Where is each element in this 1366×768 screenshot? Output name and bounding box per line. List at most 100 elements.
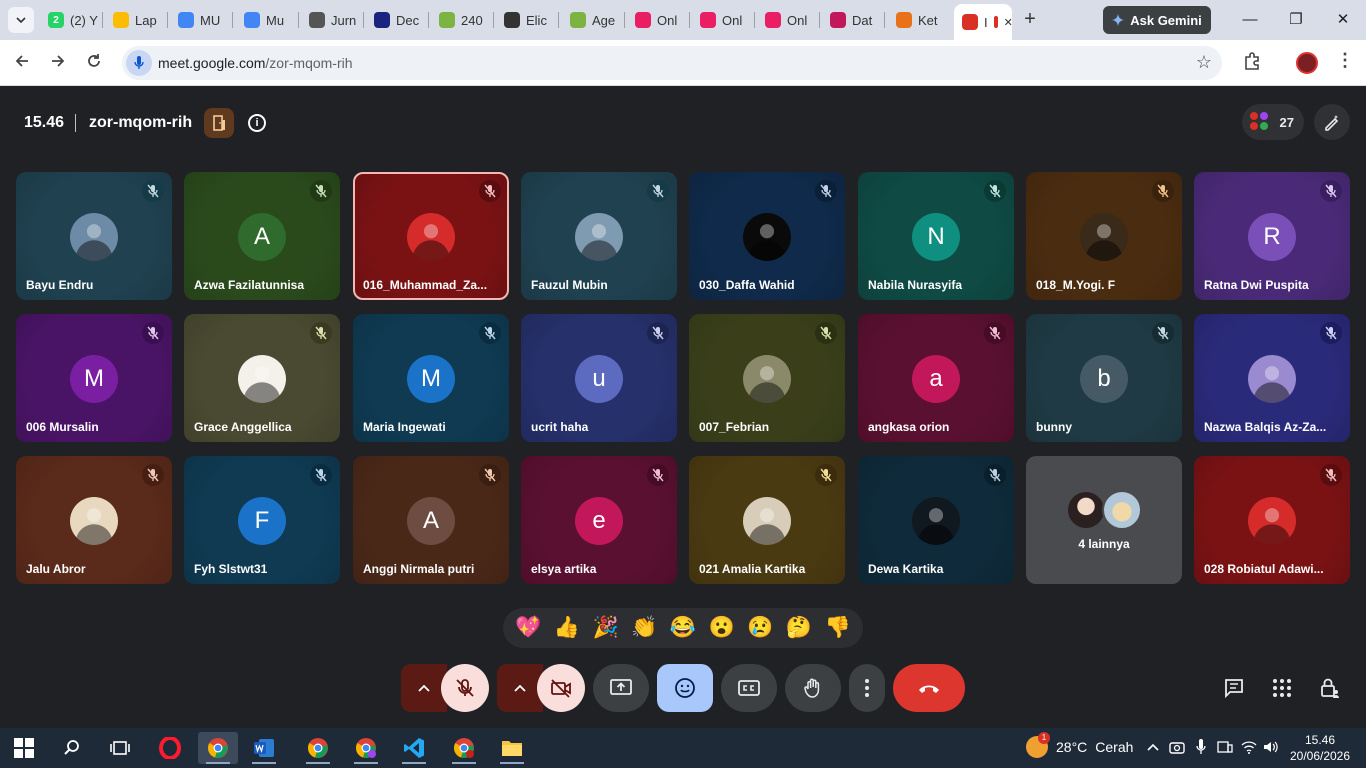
participant-tile[interactable]: Fauzul Mubin	[521, 172, 677, 300]
chrome-profile-app-1[interactable]	[298, 732, 338, 764]
participant-tile[interactable]: 030_Daffa Wahid	[689, 172, 845, 300]
participant-tile[interactable]: M Maria Ingewati	[353, 314, 509, 442]
participant-tile[interactable]: F Fyh Slstwt31	[184, 456, 340, 584]
tray-wifi-icon[interactable]	[1240, 738, 1258, 756]
extensions-puzzle-icon[interactable]	[1242, 51, 1264, 73]
participant-tile[interactable]: A Anggi Nirmala putri	[353, 456, 509, 584]
back-button[interactable]	[10, 51, 34, 75]
participant-tile[interactable]: 021 Amalia Kartika	[689, 456, 845, 584]
browser-tab[interactable]: Ket	[888, 6, 948, 34]
captions-button[interactable]	[721, 664, 777, 712]
browser-tab[interactable]: Jurn	[301, 6, 361, 34]
browser-tab[interactable]: Age	[562, 6, 622, 34]
muted-microphone-icon	[479, 464, 501, 486]
chrome-profile-app-2[interactable]	[346, 732, 386, 764]
ask-gemini-button[interactable]: Ask Gemini	[1103, 6, 1211, 34]
tray-overflow-chevron-icon[interactable]	[1144, 738, 1162, 756]
participant-tile[interactable]: 018_M.Yogi. F	[1026, 172, 1182, 300]
participants-button[interactable]: 27	[1242, 104, 1304, 140]
host-lock-button[interactable]	[1318, 676, 1342, 700]
system-clock[interactable]: 15.46 20/06/2026	[1288, 732, 1352, 764]
weather-widget[interactable]: 1 28°C Cerah	[1026, 732, 1133, 758]
reaction-emoji-button[interactable]: 🤔	[781, 610, 817, 646]
close-window-button[interactable]: ✕	[1331, 8, 1355, 32]
reaction-emoji-button[interactable]: 👎	[820, 610, 856, 646]
more-options-button[interactable]	[849, 664, 885, 712]
participant-tile[interactable]: 028 Robiatul Adawi...	[1194, 456, 1350, 584]
reaction-emoji-button[interactable]: 👏	[626, 610, 662, 646]
breakout-room-button[interactable]	[204, 108, 234, 138]
browser-tab[interactable]: 240	[431, 6, 491, 34]
more-participants-tile[interactable]: 4 lainnya	[1026, 456, 1182, 584]
chrome-profile-app-3[interactable]	[444, 732, 484, 764]
address-bar[interactable]: meet.google.com/zor-mqom-rih ☆	[122, 46, 1222, 80]
participant-tile[interactable]: e elsya artika	[521, 456, 677, 584]
browser-tab[interactable]: Dec	[366, 6, 426, 34]
present-screen-button[interactable]	[593, 664, 649, 712]
browser-tab[interactable]: Mu	[236, 6, 296, 34]
start-button[interactable]	[4, 732, 44, 764]
participant-tile[interactable]: N Nabila Nurasyifa	[858, 172, 1014, 300]
participant-tile[interactable]: Dewa Kartika	[858, 456, 1014, 584]
reaction-emoji-button[interactable]: 😢	[742, 610, 778, 646]
browser-tab[interactable]: Onl	[627, 6, 687, 34]
participant-tile[interactable]: b bunny	[1026, 314, 1182, 442]
word-app[interactable]	[244, 732, 284, 764]
profile-avatar[interactable]	[1296, 52, 1318, 74]
microphone-toggle-button[interactable]	[441, 664, 489, 712]
tray-camera-icon[interactable]	[1168, 738, 1186, 756]
close-tab-icon[interactable]: ✕	[1004, 16, 1012, 29]
reactions-button[interactable]	[657, 664, 713, 712]
bookmark-star-icon[interactable]: ☆	[1196, 52, 1212, 73]
reload-button[interactable]	[82, 51, 106, 75]
chrome-app-active[interactable]	[198, 732, 238, 764]
host-controls-button[interactable]	[1314, 104, 1350, 140]
activities-button[interactable]	[1270, 676, 1294, 700]
browser-menu-icon[interactable]: ⋮	[1336, 50, 1354, 71]
tab-search-button[interactable]	[8, 7, 34, 33]
participant-tile[interactable]: R Ratna Dwi Puspita	[1194, 172, 1350, 300]
meeting-info-icon[interactable]: i	[248, 114, 266, 132]
participant-tile[interactable]: Nazwa Balqis Az-Za...	[1194, 314, 1350, 442]
tray-device-icon[interactable]	[1216, 738, 1234, 756]
participant-tile[interactable]: Grace Anggellica	[184, 314, 340, 442]
voice-search-button[interactable]	[126, 50, 152, 76]
browser-tab[interactable]: Lap	[105, 6, 165, 34]
browser-tab[interactable]: Elic	[496, 6, 556, 34]
file-explorer-app[interactable]	[492, 732, 532, 764]
chat-button[interactable]	[1222, 676, 1246, 700]
participant-tile[interactable]: Bayu Endru	[16, 172, 172, 300]
tray-volume-icon[interactable]	[1262, 738, 1280, 756]
tray-microphone-icon[interactable]	[1192, 738, 1210, 756]
participant-tile[interactable]: M 006 Mursalin	[16, 314, 172, 442]
reaction-emoji-button[interactable]: 😮	[704, 610, 740, 646]
participant-tile[interactable]: u ucrit haha	[521, 314, 677, 442]
camera-toggle-button[interactable]	[537, 664, 585, 712]
opera-app[interactable]	[150, 732, 190, 764]
participant-tile[interactable]: 007_Febrian	[689, 314, 845, 442]
browser-tab[interactable]: Onl	[692, 6, 752, 34]
reaction-emoji-button[interactable]: 🎉	[588, 610, 624, 646]
forward-button[interactable]	[46, 51, 70, 75]
minimize-button[interactable]: —	[1238, 8, 1262, 32]
browser-tab[interactable]: Onl	[757, 6, 817, 34]
leave-call-button[interactable]	[893, 664, 965, 712]
tab-active[interactable]: I ✕	[954, 4, 1012, 40]
browser-tab[interactable]: Dat	[822, 6, 882, 34]
url-text[interactable]: meet.google.com/zor-mqom-rih	[158, 55, 353, 71]
browser-tab[interactable]: 2 (2) Y	[40, 6, 100, 34]
vscode-app[interactable]	[394, 732, 434, 764]
participant-tile[interactable]: Jalu Abror	[16, 456, 172, 584]
participant-tile[interactable]: A Azwa Fazilatunnisa	[184, 172, 340, 300]
browser-tab[interactable]: MU	[170, 6, 230, 34]
search-button[interactable]	[52, 732, 92, 764]
reaction-emoji-button[interactable]: 👍	[549, 610, 585, 646]
restore-button[interactable]: ❐	[1284, 8, 1308, 32]
participant-tile[interactable]: a angkasa orion	[858, 314, 1014, 442]
reaction-emoji-button[interactable]: 💖	[510, 610, 546, 646]
participant-tile[interactable]: 016_Muhammad_Za...	[353, 172, 509, 300]
task-view-button[interactable]	[100, 732, 140, 764]
raise-hand-button[interactable]	[785, 664, 841, 712]
new-tab-button[interactable]: +	[1018, 8, 1042, 32]
reaction-emoji-button[interactable]: 😂	[665, 610, 701, 646]
